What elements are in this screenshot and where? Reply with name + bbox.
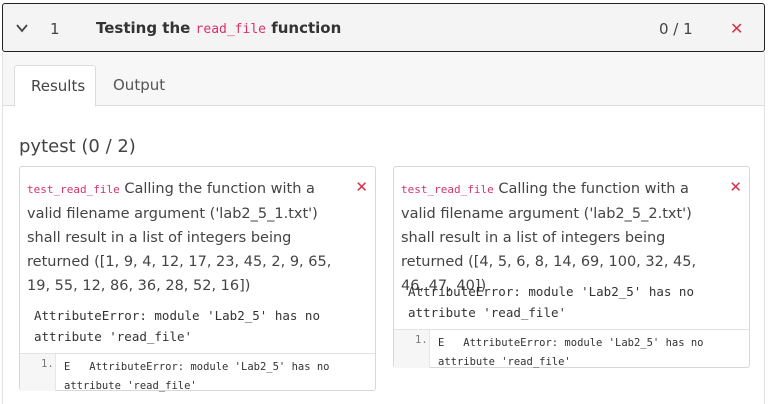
pytest-section-title: pytest (0 / 2) [19,136,136,157]
fail-icon: ✕ [730,19,744,38]
line-number: 1. [415,334,428,346]
error-message: AttributeError: module 'Lab2_5' has no a… [34,308,320,344]
test-group-score: 0 / 1 [659,20,693,38]
line-number: 1. [41,358,54,370]
test-group-header[interactable]: 1 Testing the read_file function 0 / 1 ✕ [2,3,765,52]
traceback-block: 1. E AttributeError: module 'Lab2_5' has… [394,329,749,368]
test-result-card: test_read_file Calling the function with… [19,166,376,392]
test-result-card: test_read_file Calling the function with… [393,166,750,368]
function-name-code: read_file [195,22,266,37]
test-description: test_read_file Calling the function with… [401,181,697,294]
test-description: test_read_file Calling the function with… [27,181,332,294]
test-group-title: Testing the read_file function [96,19,342,37]
traceback-block: 1. E AttributeError: module 'Lab2_5' has… [20,353,375,392]
results-panel: Results Output pytest (0 / 2) test_read_… [2,52,765,404]
tab-bar: Results Output [3,52,764,107]
tab-output[interactable]: Output [97,65,181,107]
test-name: test_read_file [401,183,494,196]
fail-icon: ✕ [729,178,742,196]
test-name: test_read_file [27,183,120,196]
fail-icon: ✕ [355,178,368,196]
traceback-line: E AttributeError: module 'Lab2_5' has no… [64,361,336,392]
error-message: AttributeError: module 'Lab2_5' has no a… [408,284,694,320]
test-group-index: 1 [50,20,60,38]
traceback-line: E AttributeError: module 'Lab2_5' has no… [438,337,710,368]
tab-results[interactable]: Results [14,65,96,107]
chevron-down-icon[interactable] [15,21,29,35]
